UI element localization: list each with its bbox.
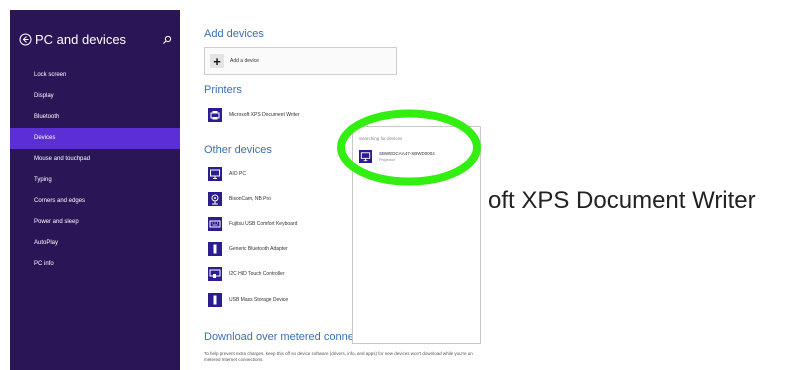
highlight-circle (337, 109, 481, 186)
device-item[interactable]: Generic Bluetooth Adapter (208, 242, 288, 256)
device-item[interactable]: USB Mass Storage Device (208, 293, 288, 307)
device-label: I2C HID Touch Controller (229, 271, 285, 277)
sidebar-nav: Lock screen Display Bluetooth Devices Mo… (10, 65, 180, 275)
sidebar-title: PC and devices (35, 32, 127, 47)
device-label: USB Mass Storage Device (229, 297, 289, 303)
device-label: BisonCam, NB Pro (229, 196, 271, 202)
device-label: AIO PC (229, 171, 246, 177)
zoomed-printer-label: oft XPS Document Writer (488, 187, 756, 214)
sidebar-item-devices[interactable]: Devices (10, 128, 180, 149)
sidebar-item-mouse-and-touchpad[interactable]: Mouse and touchpad (10, 149, 180, 170)
other-devices-heading: Other devices (204, 144, 272, 156)
back-arrow-icon[interactable] (19, 33, 32, 46)
sidebar-item-autoplay[interactable]: AutoPlay (10, 233, 180, 254)
sidebar-header[interactable]: PC and devices (19, 32, 126, 47)
sidebar-item-power-and-sleep[interactable]: Power and sleep (10, 212, 180, 233)
monitor-icon (208, 167, 222, 181)
sidebar-item-corners-and-edges[interactable]: Corners and edges (10, 191, 180, 212)
add-device-label: Add a device (230, 58, 259, 64)
device-item[interactable]: Fujitsu USB Comfort Keyboard (208, 217, 297, 231)
keyboard-icon (208, 217, 222, 231)
search-icon[interactable] (162, 35, 172, 45)
device-item[interactable]: Microsoft XPS Document Writer (208, 108, 299, 122)
download-metered-description: To help prevent extra charges, keep this… (204, 351, 473, 362)
device-label: Generic Bluetooth Adapter (229, 246, 288, 252)
webcam-icon (208, 192, 222, 206)
device-label: Microsoft XPS Document Writer (229, 112, 300, 118)
add-devices-heading: Add devices (204, 28, 264, 40)
add-device-button[interactable]: + Add a device (204, 47, 397, 75)
plus-icon: + (210, 54, 224, 69)
sidebar-item-pc-info[interactable]: PC info (10, 254, 180, 275)
device-label: Fujitsu USB Comfort Keyboard (229, 221, 298, 227)
device-item[interactable]: AIO PC (208, 167, 246, 181)
device-item[interactable]: BisonCam, NB Pro (208, 192, 271, 206)
touch-controller-icon (208, 267, 222, 281)
sidebar-item-lock-screen[interactable]: Lock screen (10, 65, 180, 86)
printers-heading: Printers (204, 84, 242, 96)
usb-device-icon (208, 242, 222, 256)
usb-device-icon (208, 293, 222, 307)
sidebar-item-bluetooth[interactable]: Bluetooth (10, 107, 180, 128)
sidebar-item-display[interactable]: Display (10, 86, 180, 107)
sidebar-item-typing[interactable]: Typing (10, 170, 180, 191)
printer-icon (208, 108, 222, 122)
sidebar: PC and devices Lock screen Display Bluet… (10, 10, 180, 370)
device-item[interactable]: I2C HID Touch Controller (208, 267, 285, 281)
